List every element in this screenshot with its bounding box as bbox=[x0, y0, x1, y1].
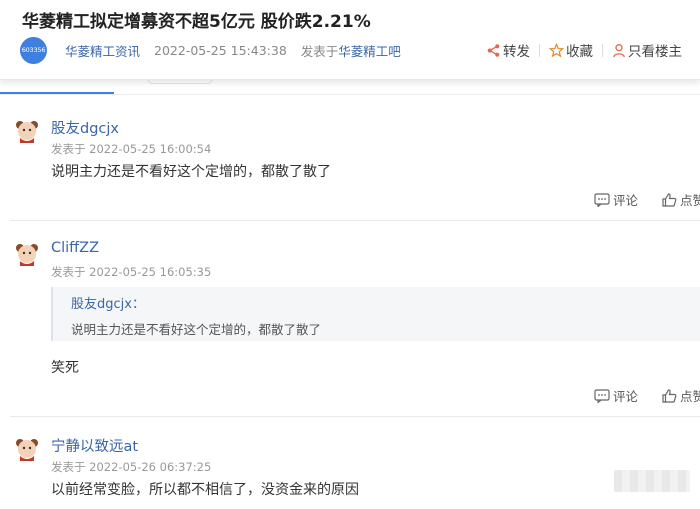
comment-time: 发表于 2022-05-25 16:05:35 bbox=[51, 265, 212, 279]
comment-divider bbox=[10, 220, 700, 221]
post-actions: 转发 收藏 只看楼主 bbox=[486, 38, 682, 62]
only-author-label: 只看楼主 bbox=[628, 44, 682, 60]
quote-username[interactable]: 股友dgcjx： bbox=[71, 293, 145, 312]
comment-username[interactable]: 宁静以致远at bbox=[51, 435, 138, 456]
comment-like-button[interactable]: 点赞 bbox=[662, 190, 700, 209]
comment-time: 发表于 2022-05-26 06:37:25 bbox=[51, 460, 212, 474]
comment-actions: 评论 点赞 bbox=[594, 190, 700, 209]
comment-actions: 评论 点赞 bbox=[594, 386, 700, 405]
comment-reply-button[interactable]: 评论 bbox=[594, 386, 638, 405]
star-icon bbox=[549, 42, 564, 57]
comment-like-label: 点赞 bbox=[680, 389, 700, 404]
post-time: 2022-05-25 15:43:38 bbox=[154, 42, 287, 58]
comment-text: 以前经常变脸，所以都不相信了，没资金来的原因 bbox=[51, 482, 359, 498]
action-divider bbox=[539, 43, 540, 57]
thumbs-up-icon bbox=[662, 192, 677, 207]
share-button[interactable]: 转发 bbox=[486, 40, 530, 60]
share-icon bbox=[487, 43, 500, 57]
thumbs-up-icon bbox=[662, 388, 677, 403]
person-icon bbox=[613, 43, 625, 57]
action-divider bbox=[602, 43, 603, 57]
user-avatar[interactable] bbox=[14, 436, 40, 462]
comment-reply-label: 评论 bbox=[613, 389, 639, 404]
user-avatar[interactable] bbox=[14, 118, 40, 144]
post-header: 华菱精工拟定增募资不超5亿元 股价跌2.21% 603356 华菱精工资讯 20… bbox=[0, 0, 700, 80]
tabs-divider bbox=[0, 94, 700, 95]
favorite-button[interactable]: 收藏 bbox=[549, 40, 593, 60]
post-title: 华菱精工拟定增募资不超5亿元 股价跌2.21% bbox=[22, 12, 371, 32]
quoted-comment: 股友dgcjx： 说明主力还是不看好这个定增的，都散了散了 bbox=[51, 287, 700, 341]
favorite-label: 收藏 bbox=[566, 44, 593, 60]
post-meta: 603356 华菱精工资讯 2022-05-25 15:43:38 发表于华菱精… bbox=[20, 36, 401, 64]
posted-in-prefix: 发表于 bbox=[300, 43, 339, 59]
posted-in-bar-link[interactable]: 华菱精工吧 bbox=[338, 44, 401, 59]
stock-avatar[interactable]: 603356 bbox=[20, 36, 47, 64]
comment-text: 笑死 bbox=[51, 360, 79, 376]
comment-like-label: 点赞 bbox=[680, 193, 700, 208]
tab-sort[interactable] bbox=[148, 80, 212, 84]
quote-text: 说明主力还是不看好这个定增的，都散了散了 bbox=[71, 322, 322, 337]
comment-icon bbox=[594, 192, 610, 207]
only-author-button[interactable]: 只看楼主 bbox=[612, 40, 682, 60]
comment-reply-button[interactable]: 评论 bbox=[594, 190, 638, 209]
comment-icon bbox=[594, 388, 610, 403]
comment-username[interactable]: CliffZZ bbox=[51, 240, 99, 256]
posted-in: 发表于华菱精工吧 bbox=[301, 41, 401, 60]
blurred-watermark bbox=[614, 470, 690, 492]
comment-like-button[interactable]: 点赞 bbox=[662, 386, 700, 405]
comment-username[interactable]: 股友dgcjx bbox=[51, 117, 119, 138]
comment-tabs bbox=[0, 80, 700, 96]
comment-reply-label: 评论 bbox=[613, 193, 639, 208]
post-author-link[interactable]: 华菱精工资讯 bbox=[65, 41, 140, 60]
share-label: 转发 bbox=[503, 44, 530, 60]
comment-divider bbox=[10, 416, 700, 417]
comment-text: 说明主力还是不看好这个定增的，都散了散了 bbox=[51, 164, 331, 180]
comment-time: 发表于 2022-05-25 16:00:54 bbox=[51, 142, 212, 156]
user-avatar[interactable] bbox=[14, 241, 40, 267]
